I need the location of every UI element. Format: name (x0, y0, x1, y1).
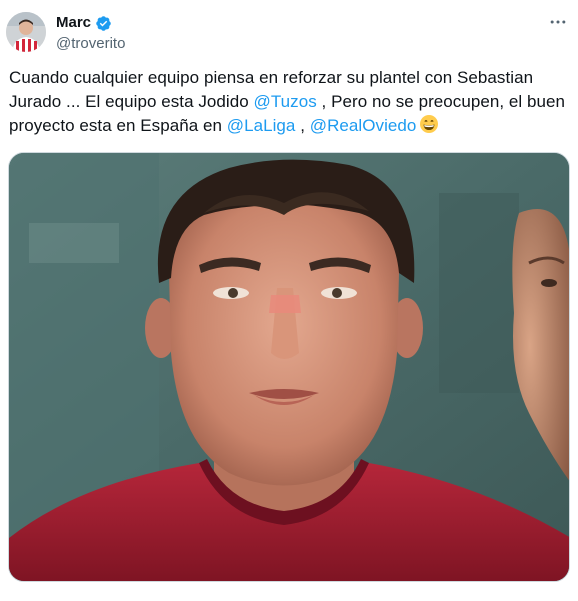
verified-badge-icon (95, 15, 112, 32)
grinning-face-icon (419, 114, 439, 141)
avatar-photo (6, 12, 46, 52)
mention-link-realoviedo[interactable]: @RealOviedo (310, 116, 417, 135)
tweet-text-part: , (295, 116, 310, 135)
tweet-card[interactable]: Marc @troverito Cuando cualquier equipo … (0, 0, 578, 601)
tweet-text: Cuando cualquier equipo piensa en reforz… (9, 66, 569, 141)
more-options-button[interactable] (546, 10, 570, 34)
mention-link-tuzos[interactable]: @Tuzos (254, 92, 317, 111)
mention-link-laliga[interactable]: @LaLiga (227, 116, 296, 135)
user-name-row[interactable]: Marc (56, 14, 112, 32)
player-photo (9, 153, 569, 581)
avatar[interactable] (6, 12, 46, 52)
more-horizontal-icon (550, 20, 566, 24)
display-name[interactable]: Marc (56, 14, 91, 32)
user-handle[interactable]: @troverito (56, 35, 125, 53)
tweet-media-photo[interactable] (8, 152, 570, 582)
